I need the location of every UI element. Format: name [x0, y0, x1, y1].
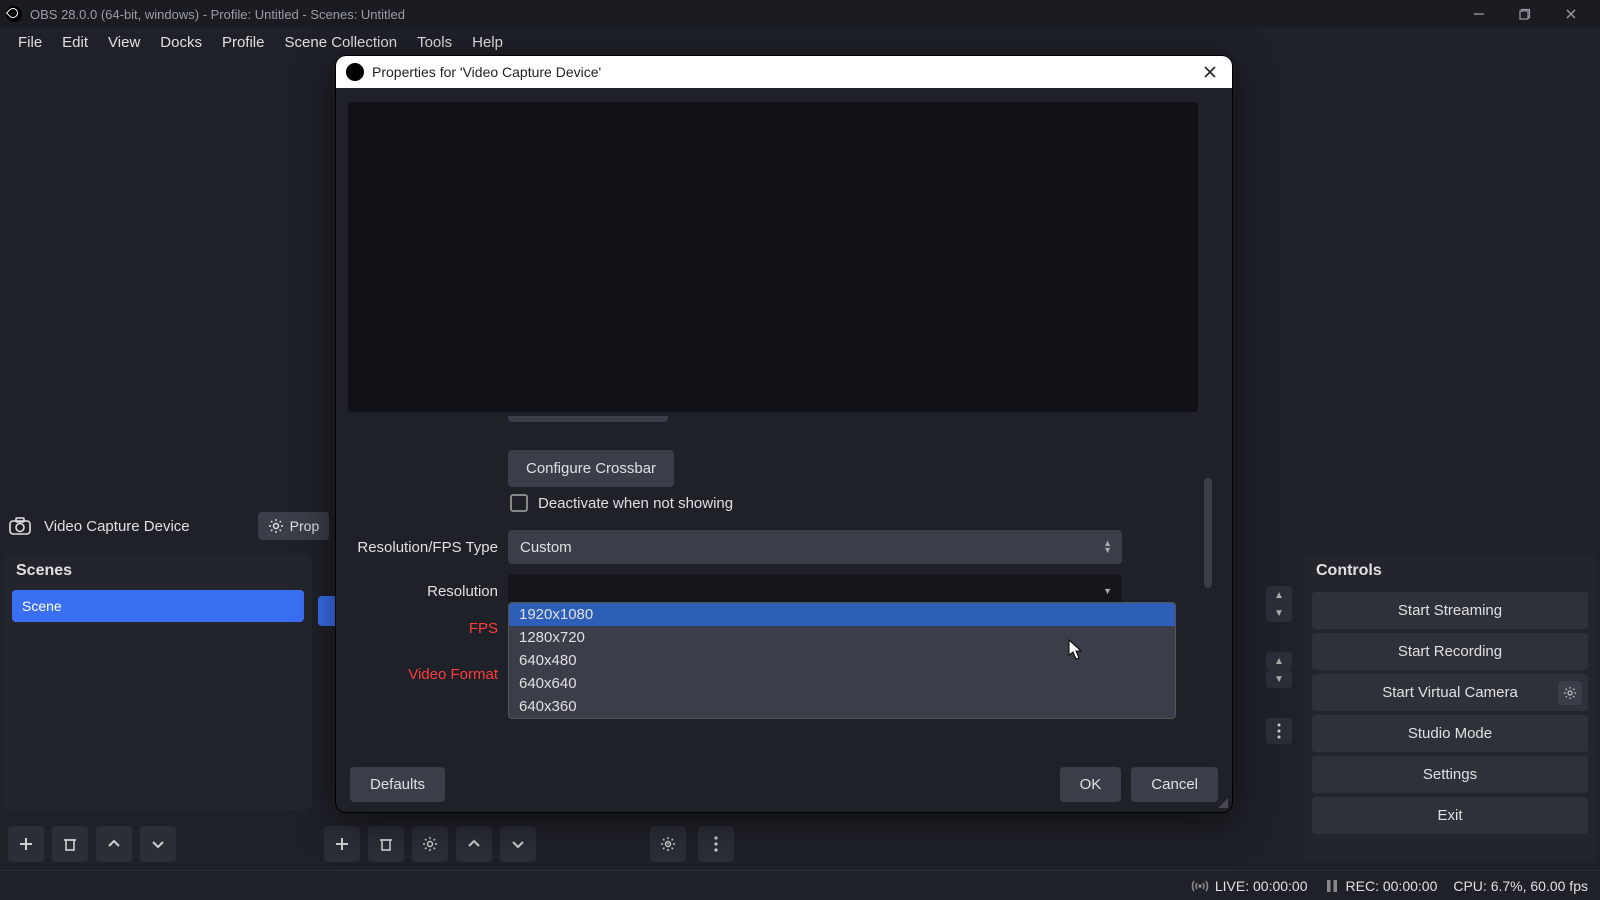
transition-steppers: ▲▼ ▲ ▼: [1266, 586, 1292, 744]
menu-profile[interactable]: Profile: [212, 30, 275, 55]
cancel-button[interactable]: Cancel: [1131, 767, 1218, 802]
resolution-label: Resolution: [352, 583, 508, 600]
mixer-menu-button[interactable]: [698, 826, 734, 862]
pause-icon: [1324, 878, 1340, 894]
deactivate-label: Deactivate when not showing: [538, 495, 733, 512]
obs-logo-icon: [346, 63, 364, 81]
scenes-panel-title: Scenes: [4, 554, 312, 588]
stepper-up[interactable]: ▲: [1266, 652, 1292, 670]
add-scene-button[interactable]: [8, 826, 44, 862]
window-minimize-button[interactable]: [1456, 0, 1502, 28]
menu-file[interactable]: File: [8, 30, 52, 55]
window-close-button[interactable]: [1548, 0, 1594, 28]
start-recording-button[interactable]: Start Recording: [1312, 633, 1588, 670]
obs-logo-icon: [6, 6, 22, 22]
dialog-titlebar[interactable]: Properties for 'Video Capture Device': [336, 56, 1232, 88]
resolution-dropdown-list: 1920x1080 1280x720 640x480 640x640 640x3…: [508, 602, 1176, 719]
dropdown-option[interactable]: 640x480: [509, 649, 1175, 672]
gear-icon: [268, 518, 284, 534]
properties-button-label: Prop: [290, 518, 320, 534]
menu-docks[interactable]: Docks: [150, 30, 212, 55]
resolution-fps-type-label: Resolution/FPS Type: [352, 539, 508, 556]
menu-scene-collection[interactable]: Scene Collection: [275, 30, 408, 55]
exit-button[interactable]: Exit: [1312, 797, 1588, 834]
start-streaming-button[interactable]: Start Streaming: [1312, 592, 1588, 629]
resize-grip[interactable]: [1214, 794, 1228, 808]
gear-icon: [1563, 686, 1577, 700]
sources-item-selected[interactable]: [318, 596, 338, 626]
resolution-fps-type-row: Resolution/FPS Type Custom ▲▼: [352, 530, 1122, 564]
dropdown-option[interactable]: 640x360: [509, 695, 1175, 718]
move-scene-up-button[interactable]: [96, 826, 132, 862]
dialog-close-button[interactable]: [1198, 60, 1222, 84]
window-title: OBS 28.0.0 (64-bit, windows) - Profile: …: [30, 7, 405, 22]
fps-label: FPS: [352, 620, 508, 637]
menu-help[interactable]: Help: [462, 30, 513, 55]
virtual-camera-settings-button[interactable]: [1558, 681, 1582, 705]
status-rec: REC: 00:00:00: [1324, 878, 1438, 894]
defaults-button[interactable]: Defaults: [350, 767, 445, 802]
virtual-camera-label: Start Virtual Camera: [1382, 684, 1518, 701]
properties-dialog: Properties for 'Video Capture Device' Co…: [336, 56, 1232, 812]
menu-tools[interactable]: Tools: [407, 30, 462, 55]
scenes-panel-buttons: [8, 826, 176, 862]
dialog-title: Properties for 'Video Capture Device': [372, 64, 601, 80]
window-titlebar: OBS 28.0.0 (64-bit, windows) - Profile: …: [0, 0, 1600, 28]
ok-button[interactable]: OK: [1060, 767, 1122, 802]
settings-button[interactable]: Settings: [1312, 756, 1588, 793]
remove-source-button[interactable]: [368, 826, 404, 862]
close-icon: [1203, 65, 1217, 79]
dropdown-option[interactable]: 1920x1080: [509, 603, 1175, 626]
scenes-panel: Scenes Scene: [4, 554, 312, 810]
dropdown-option[interactable]: 640x640: [509, 672, 1175, 695]
broadcast-icon: [1191, 877, 1209, 895]
mixer-settings-button[interactable]: [650, 826, 686, 862]
status-cpu: CPU: 6.7%, 60.00 fps: [1453, 878, 1588, 894]
stepper-down[interactable]: ▼: [1266, 670, 1292, 688]
mixer-panel-buttons: [650, 826, 734, 862]
camera-icon: [4, 510, 36, 542]
menubar: File Edit View Docks Profile Scene Colle…: [0, 28, 1600, 56]
start-virtual-camera-button[interactable]: Start Virtual Camera: [1312, 674, 1588, 711]
chevron-updown-icon: ▲▼: [1103, 540, 1112, 554]
source-toolbar: Video Capture Device Prop: [4, 504, 329, 548]
window-maximize-button[interactable]: [1502, 0, 1548, 28]
transition-duration-stepper[interactable]: ▲▼: [1266, 586, 1292, 622]
remove-scene-button[interactable]: [52, 826, 88, 862]
dialog-body: Configure Crossbar Deactivate when not s…: [336, 88, 1232, 756]
menu-edit[interactable]: Edit: [52, 30, 98, 55]
dialog-footer: Defaults OK Cancel: [336, 756, 1232, 812]
source-label: Video Capture Device: [44, 518, 190, 535]
video-preview: [348, 102, 1198, 412]
transition-menu-button[interactable]: [1266, 718, 1292, 744]
source-properties-button[interactable]: Prop: [258, 512, 330, 540]
move-source-up-button[interactable]: [456, 826, 492, 862]
dropdown-option[interactable]: 1280x720: [509, 626, 1175, 649]
controls-panel: Controls Start Streaming Start Recording…: [1304, 554, 1596, 862]
video-format-label: Video Format: [352, 666, 508, 683]
source-settings-button[interactable]: [412, 826, 448, 862]
studio-mode-button[interactable]: Studio Mode: [1312, 715, 1588, 752]
controls-panel-title: Controls: [1304, 554, 1596, 588]
statusbar: LIVE: 00:00:00 REC: 00:00:00 CPU: 6.7%, …: [0, 870, 1600, 900]
add-source-button[interactable]: [324, 826, 360, 862]
move-scene-down-button[interactable]: [140, 826, 176, 862]
menu-view[interactable]: View: [98, 30, 150, 55]
fps-row: FPS: [352, 620, 508, 637]
configure-crossbar-button[interactable]: Configure Crossbar: [508, 450, 674, 487]
scene-item[interactable]: Scene: [12, 590, 304, 622]
sources-panel-buttons: [324, 826, 536, 862]
deactivate-checkbox-row: Deactivate when not showing: [510, 494, 733, 512]
resolution-fps-type-select[interactable]: Custom ▲▼: [508, 530, 1122, 564]
chevron-down-icon: ▼: [1103, 588, 1112, 595]
move-source-down-button[interactable]: [500, 826, 536, 862]
dialog-scrollbar[interactable]: [1204, 478, 1212, 588]
video-format-row: Video Format: [352, 666, 508, 683]
status-live: LIVE: 00:00:00: [1191, 877, 1308, 895]
gear-icon: [422, 836, 438, 852]
deactivate-checkbox[interactable]: [510, 494, 528, 512]
